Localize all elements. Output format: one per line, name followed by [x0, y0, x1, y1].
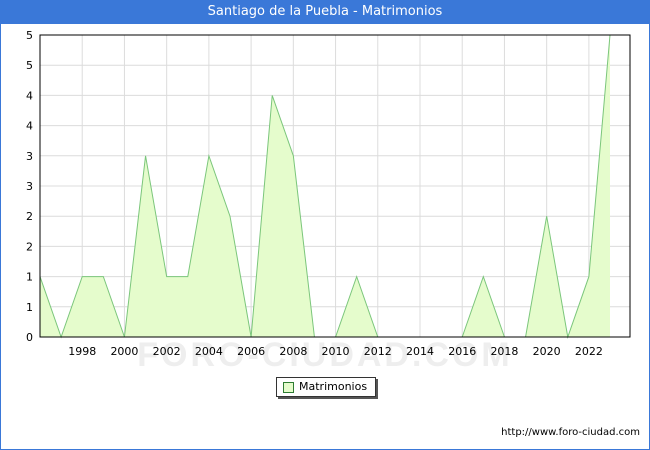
y-tick-label: 2 — [26, 240, 33, 253]
y-tick-label: 3 — [26, 150, 33, 163]
legend-label: Matrimonios — [299, 380, 368, 393]
y-tick-label: 5 — [26, 29, 33, 42]
chart-title: Santiago de la Puebla - Matrimonios — [0, 0, 650, 24]
x-tick-label: 2020 — [533, 345, 561, 358]
y-tick-label: 1 — [26, 301, 33, 314]
x-tick-label: 2012 — [364, 345, 392, 358]
x-tick-label: 1998 — [68, 345, 96, 358]
y-tick-label: 1 — [26, 271, 33, 284]
x-tick-label: 2010 — [322, 345, 350, 358]
y-tick-label: 3 — [26, 180, 33, 193]
y-tick-label: 4 — [26, 89, 33, 102]
x-tick-label: 2014 — [406, 345, 434, 358]
x-tick-label: 2022 — [575, 345, 603, 358]
chart-svg: FORO-CIUDAD.COM 01122334455 1998 2000 2002… — [26, 29, 631, 374]
x-tick-label: 2004 — [195, 345, 223, 358]
y-tick-label: 0 — [26, 331, 33, 344]
x-tick-label: 2006 — [237, 345, 265, 358]
x-tick-label: 2016 — [448, 345, 476, 358]
x-tick-label: 2000 — [110, 345, 138, 358]
y-axis: 0 1 1 2 2 3 3 4 4 5 5 — [26, 29, 33, 344]
x-tick-label: 2008 — [279, 345, 307, 358]
y-tick-label: 4 — [26, 120, 33, 133]
x-tick-label: 2018 — [490, 345, 518, 358]
legend: Matrimonios — [276, 377, 376, 397]
y-tick-label: 2 — [26, 210, 33, 223]
source-url: http://www.foro-ciudad.com — [501, 427, 640, 438]
y-tick-label: 5 — [26, 59, 33, 72]
legend-swatch — [283, 382, 294, 393]
x-tick-label: 2002 — [153, 345, 181, 358]
